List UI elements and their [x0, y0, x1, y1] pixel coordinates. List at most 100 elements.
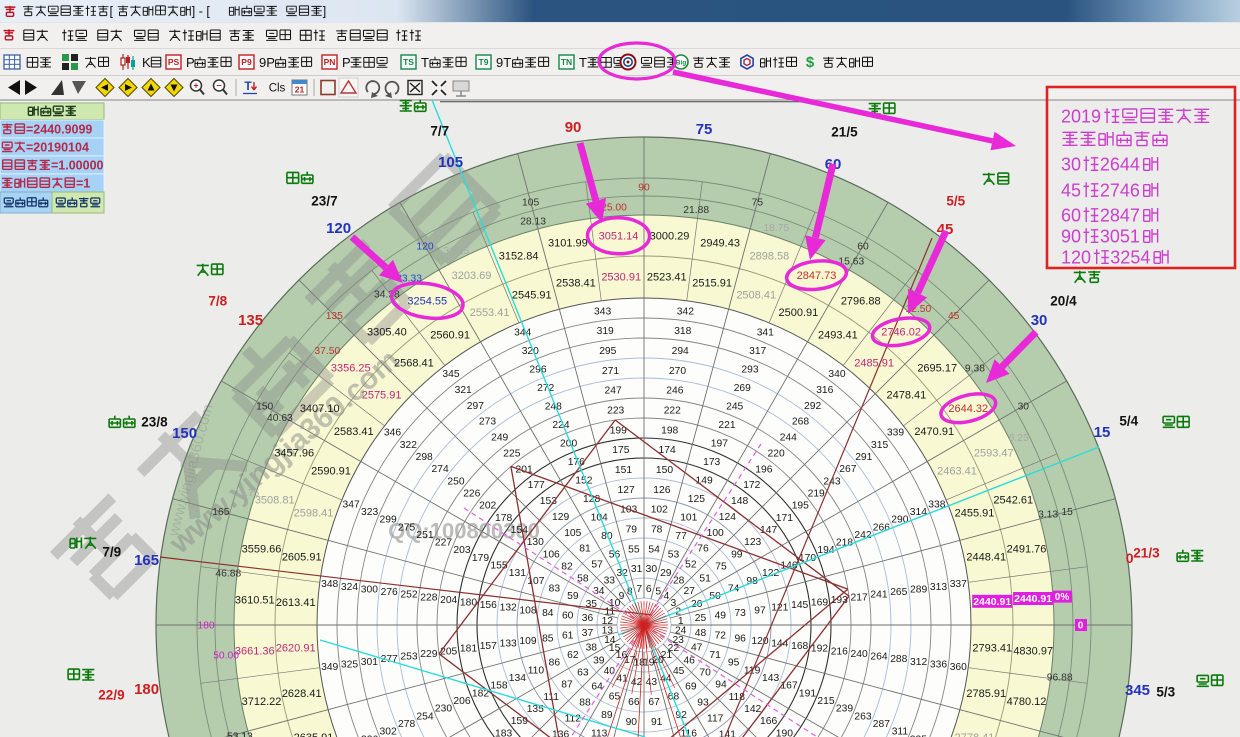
svg-text:225: 225: [503, 448, 520, 459]
svg-text:252: 252: [400, 590, 417, 601]
svg-text:21/5: 21/5: [831, 125, 858, 140]
svg-text:215: 215: [817, 696, 834, 707]
svg-text:2598.41: 2598.41: [294, 508, 334, 520]
svg-text:206: 206: [453, 696, 470, 707]
svg-text:249: 249: [491, 433, 508, 444]
svg-text:94: 94: [715, 680, 727, 691]
svg-text:85: 85: [542, 633, 554, 644]
svg-text:66: 66: [628, 697, 640, 708]
svg-text:101: 101: [680, 513, 697, 524]
svg-text:150: 150: [256, 402, 273, 413]
svg-text:195: 195: [792, 501, 809, 512]
svg-text:142: 142: [744, 704, 761, 715]
svg-text:20/4: 20/4: [1050, 294, 1077, 309]
svg-text:3712.22: 3712.22: [242, 696, 282, 708]
svg-text:117: 117: [707, 713, 724, 724]
svg-text:2019: 2019: [1061, 106, 1101, 126]
svg-text:81: 81: [579, 544, 591, 555]
svg-text:254: 254: [416, 711, 433, 722]
svg-text:90: 90: [565, 119, 582, 136]
svg-text:3254.55: 3254.55: [407, 296, 447, 308]
svg-text:216: 216: [831, 646, 848, 657]
svg-text:202: 202: [479, 501, 496, 512]
svg-text:45: 45: [673, 666, 685, 677]
svg-text:311: 311: [892, 727, 909, 737]
svg-text:175: 175: [612, 445, 629, 456]
svg-text:[: [: [110, 4, 114, 18]
svg-text:342: 342: [677, 306, 694, 317]
svg-text:172: 172: [743, 480, 760, 491]
svg-text:183: 183: [495, 728, 512, 737]
svg-text:45: 45: [948, 311, 960, 322]
svg-text:315: 315: [871, 440, 888, 451]
svg-text:135: 135: [326, 311, 343, 322]
svg-text:23/7: 23/7: [311, 194, 337, 209]
svg-text:]: ]: [323, 4, 326, 18]
svg-text:99: 99: [731, 549, 743, 560]
svg-text:49: 49: [715, 611, 727, 622]
svg-text:3661.36: 3661.36: [235, 645, 275, 657]
svg-text:TS: TS: [403, 57, 414, 67]
svg-text:2793.41: 2793.41: [972, 643, 1012, 655]
svg-text:4: 4: [664, 591, 670, 602]
svg-text:344: 344: [514, 328, 531, 339]
svg-text:124: 124: [719, 512, 736, 523]
svg-text:271: 271: [602, 366, 619, 377]
svg-text:2485.91: 2485.91: [854, 357, 894, 369]
svg-text:314: 314: [910, 507, 927, 518]
svg-text:3051: 3051: [1100, 226, 1140, 246]
svg-text:76: 76: [697, 544, 709, 555]
svg-text:177: 177: [528, 480, 545, 491]
svg-text:2620.91: 2620.91: [276, 643, 316, 655]
svg-text:3407.10: 3407.10: [300, 403, 340, 415]
svg-text:325: 325: [341, 659, 358, 670]
svg-text:5/3: 5/3: [1156, 685, 1175, 700]
svg-text:15: 15: [1094, 424, 1111, 441]
svg-text:198: 198: [661, 425, 678, 436]
svg-text:3610.51: 3610.51: [235, 594, 275, 606]
svg-text:96: 96: [734, 633, 746, 644]
svg-text:241: 241: [870, 590, 887, 601]
svg-text:90: 90: [626, 717, 638, 728]
svg-text:63: 63: [577, 668, 589, 679]
svg-text:82: 82: [561, 562, 573, 573]
svg-text:=2440.9099: =2440.9099: [26, 122, 92, 136]
svg-text:30: 30: [1018, 402, 1030, 413]
svg-text:78: 78: [651, 524, 663, 535]
svg-text:21: 21: [295, 85, 305, 95]
svg-text:65: 65: [609, 692, 621, 703]
svg-text:=1.00000: =1.00000: [51, 158, 104, 172]
svg-text:265: 265: [890, 587, 907, 598]
svg-text:T: T: [421, 55, 429, 70]
svg-text:3305.40: 3305.40: [367, 327, 407, 339]
svg-text:2644.32: 2644.32: [948, 403, 988, 415]
svg-text:64: 64: [591, 682, 603, 693]
svg-text:132: 132: [500, 603, 517, 614]
svg-text:298: 298: [416, 452, 433, 463]
svg-text:5/4: 5/4: [1119, 414, 1138, 429]
svg-text:270: 270: [669, 366, 686, 377]
svg-text:125: 125: [688, 494, 705, 505]
svg-text:48: 48: [695, 628, 707, 639]
svg-text:2847.73: 2847.73: [797, 270, 837, 282]
svg-text:289: 289: [910, 584, 927, 595]
svg-text:197: 197: [711, 439, 728, 450]
svg-text:9P: 9P: [259, 55, 275, 70]
svg-text:105: 105: [438, 154, 463, 171]
svg-text:143: 143: [762, 673, 779, 684]
svg-text:204: 204: [440, 595, 457, 606]
svg-text:4830.97: 4830.97: [1013, 645, 1053, 657]
svg-text:343: 343: [594, 306, 611, 317]
svg-text:347: 347: [343, 499, 360, 510]
svg-text:339: 339: [887, 428, 904, 439]
svg-text:2440.91: 2440.91: [973, 596, 1011, 608]
svg-text:131: 131: [509, 568, 526, 579]
svg-text:34: 34: [593, 586, 605, 597]
svg-text:7/9: 7/9: [102, 545, 121, 560]
svg-text:89: 89: [601, 710, 613, 721]
svg-text:219: 219: [808, 489, 825, 500]
svg-text:126: 126: [653, 485, 670, 496]
svg-text:130: 130: [527, 537, 544, 548]
svg-text:293: 293: [741, 365, 758, 376]
svg-text:43: 43: [646, 677, 658, 688]
